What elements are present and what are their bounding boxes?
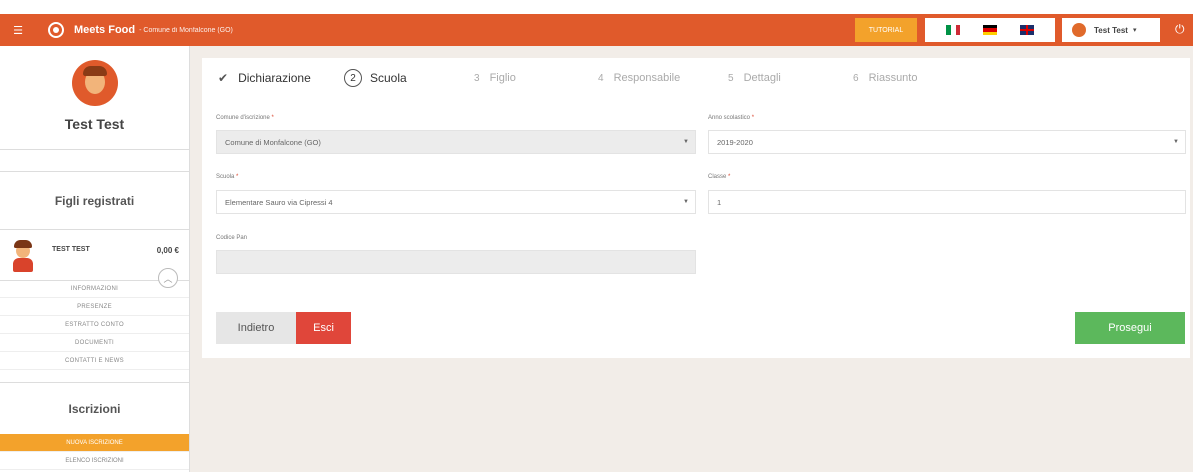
step-label: Figlio [489, 72, 516, 84]
app-logo-icon [48, 22, 64, 38]
brand-name[interactable]: Meets Food [74, 24, 135, 36]
sidebar-item-elenco-iscrizioni[interactable]: ELENCO ISCRIZIONI [0, 452, 189, 470]
back-button[interactable]: Indietro [216, 312, 296, 344]
anno-value: 2019-2020 [717, 137, 753, 147]
chevron-down-icon: ▾ [1132, 27, 1137, 34]
main-panel: ✔ Dichiarazione 2 Scuola 3 Figlio 4 Resp… [202, 58, 1190, 358]
brand-subtitle: - Comune di Monfalcone (GO) [139, 26, 233, 34]
divider [0, 150, 189, 172]
avatar [1072, 23, 1086, 37]
avatar [71, 60, 118, 106]
step-dettagli[interactable]: 5 Dettagli [728, 72, 853, 84]
step-number: 5 [728, 72, 734, 84]
child-balance: 0,00 € [156, 246, 179, 255]
child-avatar [12, 240, 34, 272]
step-number: 4 [598, 72, 604, 84]
anno-label: Anno scolastico * [708, 115, 755, 121]
child-menu: INFORMAZIONI PRESENZE ESTRATTO CONTO DOC… [0, 280, 189, 370]
step-number: 6 [853, 72, 859, 84]
comune-label: Comune d'iscrizione * [216, 115, 274, 121]
child-menu-presenze[interactable]: PRESENZE [0, 298, 189, 316]
chevron-up-icon[interactable]: ︿ [158, 268, 178, 288]
top-strip [0, 0, 1193, 14]
uk-flag-icon[interactable] [1019, 25, 1034, 35]
step-figlio[interactable]: 3 Figlio [474, 72, 598, 84]
step-number: 2 [344, 69, 362, 87]
italian-flag-icon[interactable] [946, 25, 961, 35]
codice-pan-label: Codice Pan [216, 235, 248, 241]
top-navbar: ☰ Meets Food - Comune di Monfalcone (GO)… [0, 14, 1193, 46]
checkmark-icon: ✔ [218, 71, 229, 85]
sidebar: Test Test Figli registrati TEST TEST 0,0… [0, 46, 190, 472]
chevron-down-icon: ▼ [1173, 139, 1179, 145]
step-label: Scuola [370, 71, 407, 85]
classe-label: Classe * [708, 174, 731, 180]
child-row[interactable]: TEST TEST 0,00 € ︿ [0, 230, 189, 288]
tutorial-button[interactable]: TUTORIAL [855, 18, 917, 42]
child-name: TEST TEST [52, 246, 90, 253]
codice-pan-input[interactable] [216, 250, 696, 274]
next-button[interactable]: Prosegui [1075, 312, 1185, 344]
comune-select[interactable]: Comune di Monfalcone (GO) ▼ [216, 130, 696, 154]
power-icon[interactable]: ⏻ [1175, 22, 1185, 37]
step-label: Responsabile [613, 72, 681, 84]
classe-input[interactable]: 1 [708, 190, 1186, 214]
child-menu-estratto-conto[interactable]: ESTRATTO CONTO [0, 316, 189, 334]
step-label: Dichiarazione [238, 71, 311, 85]
profile-section: Test Test [0, 46, 189, 150]
iscrizioni-section-title: Iscrizioni [0, 382, 189, 434]
step-label: Riassunto [868, 72, 918, 84]
scuola-label: Scuola * [216, 174, 239, 180]
step-scuola[interactable]: 2 Scuola [344, 69, 474, 87]
scuola-value: Elementare Sauro via Cipressi 4 [225, 197, 333, 207]
german-flag-icon[interactable] [982, 25, 997, 35]
profile-name: Test Test [64, 116, 125, 132]
comune-value: Comune di Monfalcone (GO) [225, 137, 321, 147]
menu-icon[interactable]: ☰ [8, 24, 28, 37]
step-dichiarazione[interactable]: ✔ Dichiarazione [218, 71, 344, 85]
child-menu-contatti-news[interactable]: CONTATTI E NEWS [0, 352, 189, 370]
children-section-title: Figli registrati [0, 172, 189, 230]
anno-select[interactable]: 2019-2020 ▼ [708, 130, 1186, 154]
classe-value: 1 [717, 197, 722, 207]
chevron-down-icon: ▼ [683, 199, 689, 205]
scuola-select[interactable]: Elementare Sauro via Cipressi 4 ▼ [216, 190, 696, 214]
step-label: Dettagli [743, 72, 781, 84]
step-number: 3 [474, 72, 480, 84]
child-menu-documenti[interactable]: DOCUMENTI [0, 334, 189, 352]
chevron-down-icon: ▼ [683, 139, 689, 145]
exit-button[interactable]: Esci [296, 312, 351, 344]
step-responsabile[interactable]: 4 Responsabile [598, 72, 728, 84]
user-name: Test Test [1094, 25, 1128, 35]
user-menu[interactable]: Test Test ▾ [1062, 18, 1160, 42]
wizard-steps: ✔ Dichiarazione 2 Scuola 3 Figlio 4 Resp… [202, 58, 1190, 98]
sidebar-item-nuova-iscrizione[interactable]: NUOVA ISCRIZIONE [0, 434, 189, 452]
step-riassunto[interactable]: 6 Riassunto [853, 72, 973, 84]
language-selector [925, 18, 1055, 42]
